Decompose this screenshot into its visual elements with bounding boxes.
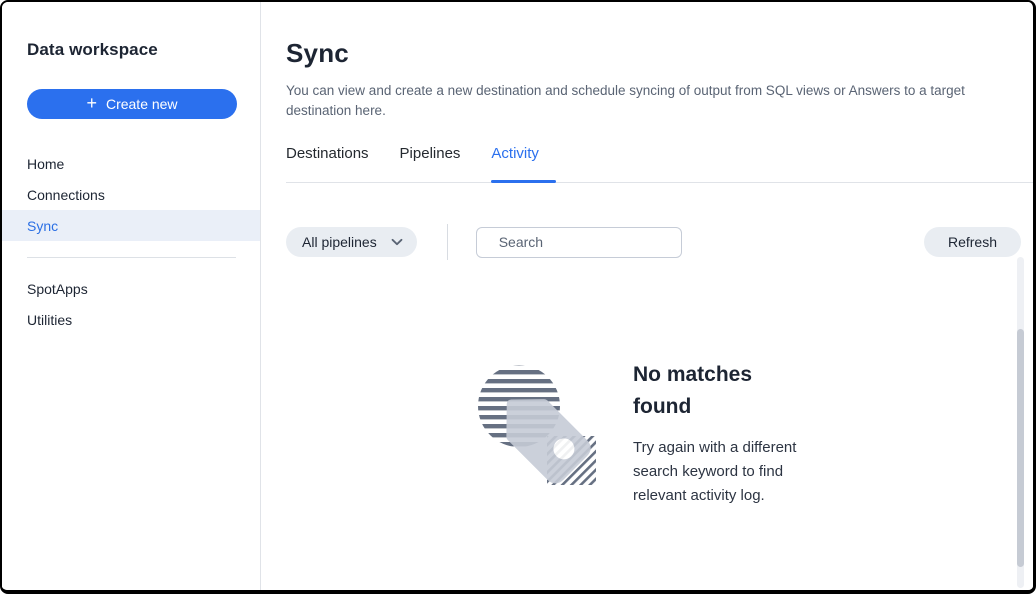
- empty-state-title: No matches found: [633, 359, 793, 423]
- tab-activity[interactable]: Activity: [491, 145, 539, 182]
- search-box[interactable]: [476, 227, 682, 258]
- sidebar-divider: [27, 257, 236, 258]
- search-input[interactable]: [499, 234, 680, 250]
- page-title: Sync: [286, 38, 1033, 69]
- sidebar-item-spotapps[interactable]: SpotApps: [2, 273, 260, 304]
- sidebar-item-connections[interactable]: Connections: [2, 179, 260, 210]
- chevron-down-icon: [391, 238, 403, 246]
- scrollbar-track[interactable]: [1017, 257, 1024, 588]
- tab-pipelines[interactable]: Pipelines: [400, 145, 461, 182]
- page-description: You can view and create a new destinatio…: [286, 81, 1016, 121]
- workspace-title: Data workspace: [2, 40, 260, 60]
- refresh-button[interactable]: Refresh: [924, 227, 1021, 257]
- empty-state-message: Try again with a different search keywor…: [633, 436, 828, 508]
- sidebar-item-utilities[interactable]: Utilities: [2, 304, 260, 335]
- toolbar: All pipelines: [286, 224, 1033, 260]
- sidebar-item-home[interactable]: Home: [2, 148, 260, 179]
- pipeline-filter-label: All pipelines: [302, 234, 377, 250]
- tab-destinations[interactable]: Destinations: [286, 145, 369, 182]
- toolbar-separator: [447, 224, 448, 260]
- sidebar-item-sync[interactable]: Sync: [2, 210, 260, 241]
- pipeline-filter-dropdown[interactable]: All pipelines: [286, 227, 417, 257]
- tab-bar: Destinations Pipelines Activity: [286, 145, 1033, 183]
- empty-state: No matches found Try again with a differ…: [475, 359, 875, 508]
- create-new-label: Create new: [106, 96, 178, 112]
- create-new-button[interactable]: + Create new: [27, 89, 237, 119]
- scrollbar-thumb[interactable]: [1017, 329, 1024, 567]
- main-content: Sync You can view and create a new desti…: [261, 2, 1033, 590]
- app-window: Data workspace + Create new Home Connect…: [0, 0, 1036, 594]
- empty-state-text: No matches found Try again with a differ…: [633, 359, 828, 508]
- plus-icon: +: [86, 94, 97, 112]
- sidebar: Data workspace + Create new Home Connect…: [2, 2, 261, 590]
- no-matches-tag-illustration: [475, 359, 605, 489]
- sidebar-nav: Home Connections Sync SpotApps Utilities: [2, 148, 260, 335]
